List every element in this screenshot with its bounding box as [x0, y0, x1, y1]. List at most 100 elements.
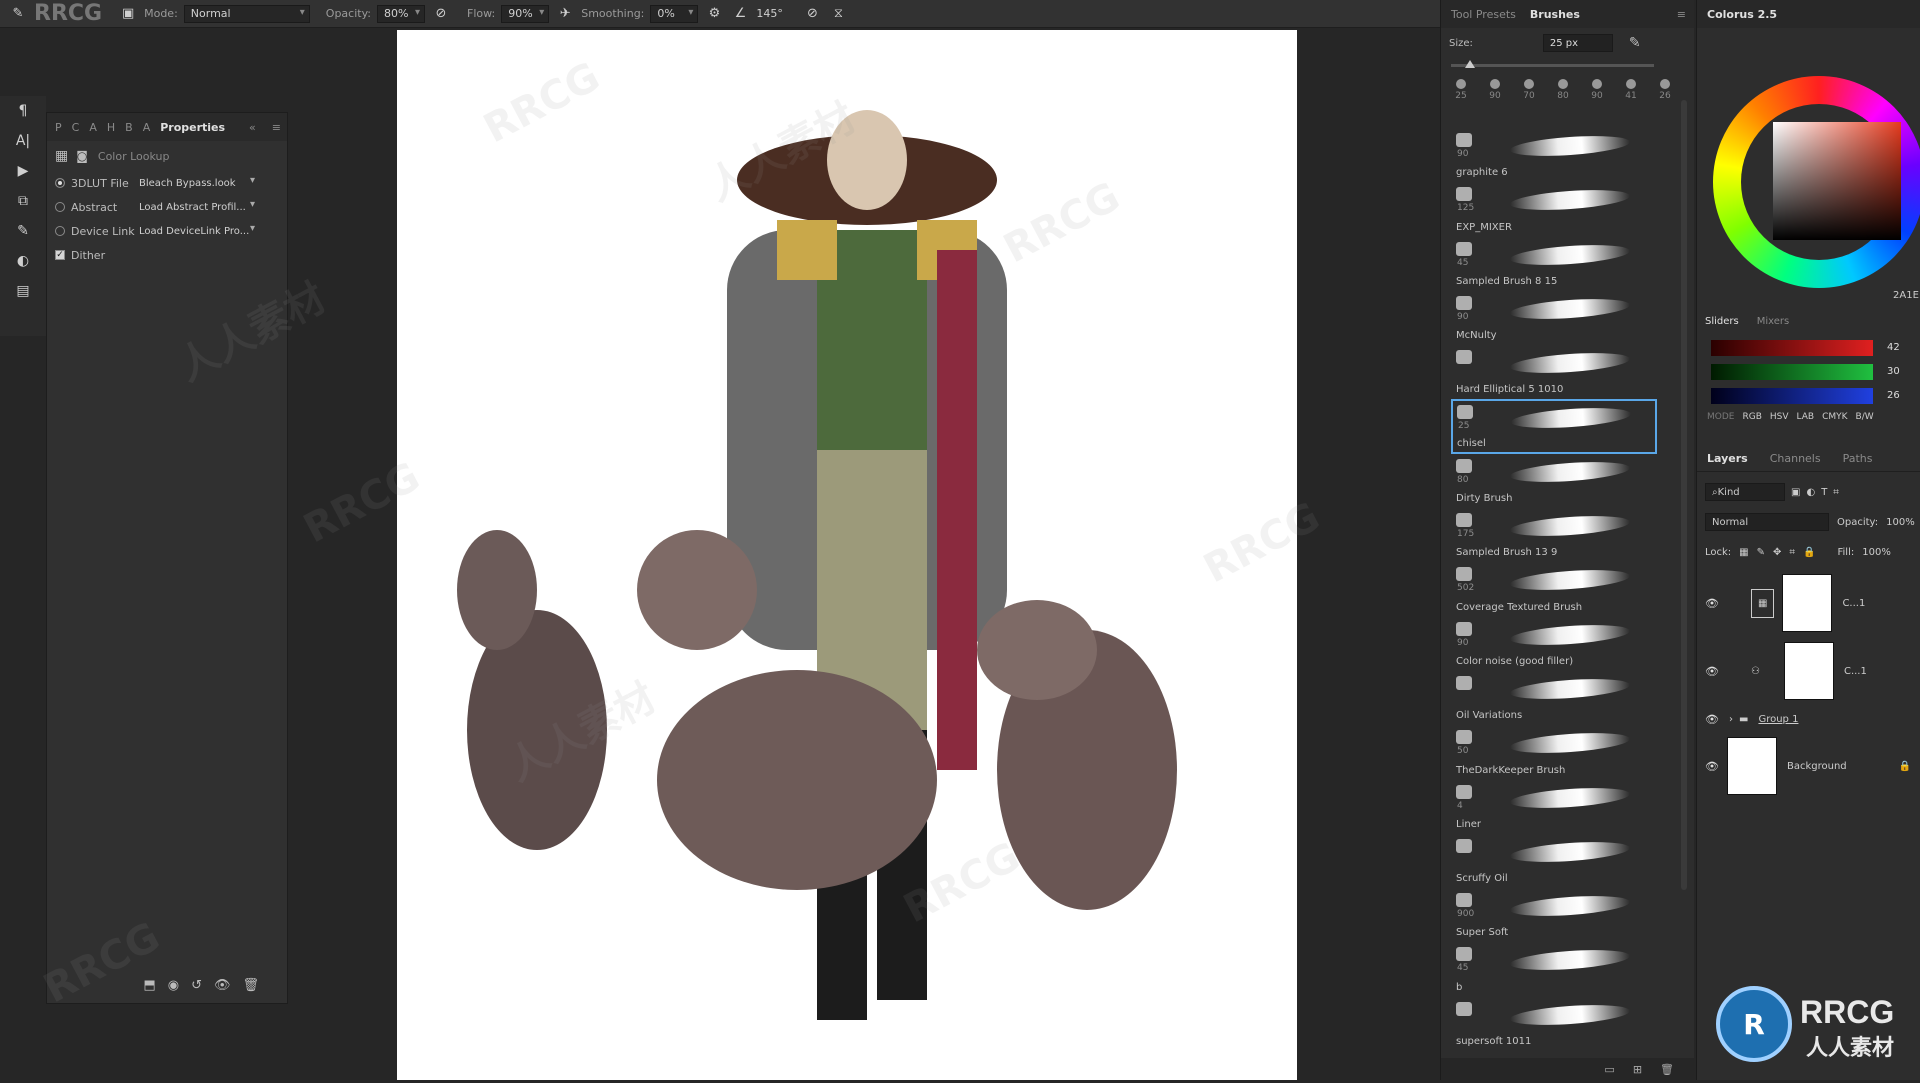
- brush-settings-icon[interactable]: ✎: [0, 216, 46, 246]
- character-icon[interactable]: A|: [0, 126, 46, 156]
- paragraph-icon[interactable]: ¶: [0, 96, 46, 126]
- tab-tool-presets[interactable]: Tool Presets: [1451, 8, 1516, 21]
- lut-file-select[interactable]: Bleach Bypass.look: [135, 174, 259, 192]
- play-icon[interactable]: ▶: [0, 156, 46, 186]
- trash-icon[interactable]: 🗑: [242, 978, 259, 993]
- mode-rgb[interactable]: RGB: [1742, 412, 1761, 422]
- smoothing-input[interactable]: 0%: [650, 4, 699, 23]
- layer-name[interactable]: Background: [1787, 761, 1847, 772]
- tab-channels[interactable]: Channels: [1770, 452, 1821, 465]
- edit-brush-icon[interactable]: ✎: [1629, 35, 1641, 51]
- gear-icon[interactable]: ⚙: [704, 4, 724, 24]
- green-value[interactable]: 30: [1887, 366, 1900, 377]
- filter-pixel-icon[interactable]: ▣: [1791, 487, 1800, 498]
- brush-item[interactable]: 502 Coverage Textured Brush: [1451, 562, 1657, 616]
- green-slider[interactable]: [1711, 364, 1873, 380]
- layer-row[interactable]: 👁 › ▬ Group 1: [1697, 710, 1920, 728]
- recent-brush[interactable]: 90: [1485, 79, 1505, 101]
- lock-position-icon[interactable]: ✥: [1773, 547, 1781, 558]
- brush-item[interactable]: 175 Sampled Brush 13 9: [1451, 508, 1657, 562]
- panel-menu-icon[interactable]: ≡: [272, 121, 281, 134]
- layer-row[interactable]: 👁 ⚇ C...1: [1697, 640, 1920, 702]
- angle-value[interactable]: 145°: [756, 7, 796, 20]
- layer-mask-thumbnail[interactable]: [1783, 642, 1834, 700]
- brush-item[interactable]: 4 Liner: [1451, 780, 1657, 834]
- tab-a2[interactable]: A: [143, 121, 151, 134]
- document-canvas[interactable]: [397, 30, 1297, 1080]
- layer-name[interactable]: C...1: [1844, 666, 1867, 677]
- color-wheel[interactable]: [1713, 76, 1920, 288]
- device-link-radio[interactable]: [55, 226, 65, 236]
- pressure-opacity-icon[interactable]: ⊘: [431, 4, 451, 24]
- tab-b[interactable]: B: [125, 121, 133, 134]
- colorus-title[interactable]: Colorus 2.5: [1707, 8, 1777, 21]
- brush-item[interactable]: 45 b: [1451, 942, 1657, 996]
- device-link-row[interactable]: Device Link Load DeviceLink Pro...: [47, 219, 287, 243]
- lock-transparency-icon[interactable]: ▦: [1739, 547, 1748, 558]
- new-group-icon[interactable]: ▭: [1604, 1063, 1614, 1076]
- brush-item[interactable]: 50 TheDarkKeeper Brush: [1451, 725, 1657, 779]
- panel-menu-icon[interactable]: ≡: [1677, 8, 1686, 21]
- new-brush-icon[interactable]: ⊞: [1633, 1063, 1642, 1076]
- tab-mixers[interactable]: Mixers: [1757, 316, 1790, 327]
- size-slider[interactable]: [1451, 60, 1654, 68]
- layer-opacity-value[interactable]: 100%: [1886, 517, 1915, 528]
- brush-item[interactable]: Hard Elliptical 5 1010: [1451, 345, 1657, 399]
- recent-brush[interactable]: 25: [1451, 79, 1471, 101]
- dither-checkbox[interactable]: ✓: [55, 250, 65, 260]
- visibility-icon[interactable]: 👁: [214, 978, 231, 993]
- lut-file-radio[interactable]: [55, 178, 65, 188]
- hex-value[interactable]: 2A1E: [1893, 290, 1919, 301]
- eye-icon[interactable]: 👁: [1705, 713, 1721, 726]
- brush-preset-icon[interactable]: ▣: [118, 4, 138, 24]
- reset-icon[interactable]: ↺: [191, 978, 202, 993]
- collapse-icon[interactable]: «: [249, 121, 256, 134]
- filter-shape-icon[interactable]: ⌗: [1833, 487, 1839, 498]
- brush-item[interactable]: supersoft 1011: [1451, 997, 1657, 1051]
- pressure-size-icon[interactable]: ⊘: [802, 4, 822, 24]
- saturation-value-square[interactable]: [1773, 122, 1901, 240]
- tab-c[interactable]: C: [72, 121, 80, 134]
- layer-comps-icon[interactable]: ▤: [0, 276, 46, 306]
- blue-slider[interactable]: [1711, 388, 1873, 404]
- tab-sliders[interactable]: Sliders: [1705, 316, 1739, 327]
- brush-item[interactable]: 90 McNulty: [1451, 291, 1657, 345]
- brush-list-scrollbar[interactable]: [1681, 100, 1687, 890]
- brush-item[interactable]: 125 EXP_MIXER: [1451, 182, 1657, 236]
- blend-mode-select[interactable]: Normal: [1705, 513, 1829, 531]
- filter-adjustment-icon[interactable]: ◐: [1806, 487, 1815, 498]
- recent-brush[interactable]: 70: [1519, 79, 1539, 101]
- brush-tool-icon[interactable]: ✎: [8, 4, 28, 24]
- brush-item[interactable]: 80 Dirty Brush: [1451, 454, 1657, 508]
- opacity-input[interactable]: 80%: [377, 4, 425, 23]
- tab-properties[interactable]: Properties: [160, 121, 225, 134]
- airbrush-icon[interactable]: ✈: [555, 4, 575, 24]
- dither-row[interactable]: ✓ Dither: [47, 243, 287, 267]
- size-input[interactable]: 25 px: [1542, 34, 1613, 52]
- kind-filter[interactable]: ⌕ Kind: [1705, 483, 1785, 501]
- abstract-radio[interactable]: [55, 202, 65, 212]
- brush-item[interactable]: 45 Sampled Brush 8 15: [1451, 237, 1657, 291]
- flow-input[interactable]: 90%: [501, 4, 550, 23]
- tab-brushes[interactable]: Brushes: [1530, 8, 1580, 21]
- mode-cmyk[interactable]: CMYK: [1822, 412, 1847, 422]
- layer-thumbnail[interactable]: [1727, 737, 1777, 795]
- recent-brush[interactable]: 90: [1587, 79, 1607, 101]
- adjustments-icon[interactable]: ◐: [0, 246, 46, 276]
- history-icon[interactable]: ⧉: [0, 186, 46, 216]
- brush-item[interactable]: 900 Super Soft: [1451, 888, 1657, 942]
- tab-p[interactable]: P: [55, 121, 62, 134]
- view-previous-icon[interactable]: ◉: [168, 978, 179, 993]
- layer-name[interactable]: C...1: [1842, 598, 1865, 609]
- tab-a[interactable]: A: [89, 121, 97, 134]
- eye-icon[interactable]: 👁: [1705, 597, 1721, 610]
- blue-value[interactable]: 26: [1887, 390, 1900, 401]
- filter-type-icon[interactable]: T: [1821, 487, 1827, 498]
- clip-to-layer-icon[interactable]: ⬒: [143, 978, 155, 993]
- brush-item-selected[interactable]: 25 chisel: [1451, 399, 1657, 454]
- recent-brush[interactable]: 41: [1621, 79, 1641, 101]
- abstract-select[interactable]: Load Abstract Profil...: [135, 198, 259, 216]
- abstract-row[interactable]: Abstract Load Abstract Profil...: [47, 195, 287, 219]
- layer-row[interactable]: 👁 Background 🔒: [1697, 736, 1920, 796]
- mode-hsv[interactable]: HSV: [1770, 412, 1789, 422]
